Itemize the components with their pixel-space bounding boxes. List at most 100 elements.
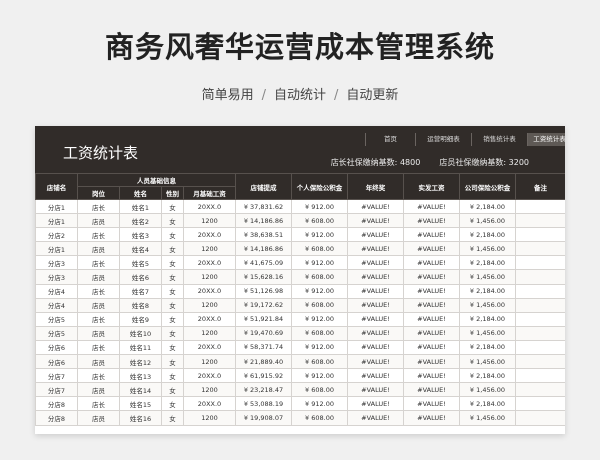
cell-commission[interactable]: ¥ 21,889.40 xyxy=(235,354,292,370)
cell-commission[interactable]: ¥ 41,675.09 xyxy=(235,255,292,271)
cell-personal-fund[interactable]: ¥ 912.00 xyxy=(291,311,348,327)
cell-commission[interactable]: ¥ 51,126.98 xyxy=(235,283,292,299)
cell-name[interactable]: 姓名1 xyxy=(119,198,162,215)
cell-store[interactable]: 分店5 xyxy=(35,325,78,341)
cell-name[interactable]: 姓名8 xyxy=(119,297,162,313)
cell-company-fund[interactable]: ¥ 2,184.00 xyxy=(459,255,516,271)
cell-base-salary[interactable]: 1200 xyxy=(183,297,236,313)
cell-gender[interactable]: 女 xyxy=(161,325,184,341)
cell-base-salary[interactable]: 20XX.0 xyxy=(183,255,236,271)
cell-position[interactable]: 店员 xyxy=(77,325,120,341)
cell-commission[interactable]: ¥ 53,088.19 xyxy=(235,396,292,412)
cell-gender[interactable]: 女 xyxy=(161,283,184,299)
cell-commission[interactable]: ¥ 19,172.62 xyxy=(235,297,292,313)
cell-note[interactable] xyxy=(515,382,565,398)
cell-company-fund[interactable]: ¥ 2,184.00 xyxy=(459,339,516,356)
cell-position[interactable]: 店长 xyxy=(77,339,120,356)
cell-gender[interactable]: 女 xyxy=(161,410,184,426)
cell-bonus[interactable]: #VALUE! xyxy=(347,283,404,299)
cell-gender[interactable]: 女 xyxy=(161,227,184,243)
cell-position[interactable]: 店员 xyxy=(77,297,120,313)
cell-personal-fund[interactable]: ¥ 912.00 xyxy=(291,227,348,243)
cell-position[interactable]: 店员 xyxy=(77,269,120,285)
cell-note[interactable] xyxy=(515,269,565,285)
nav-tab-salary[interactable]: 工资统计表 xyxy=(527,133,565,146)
cell-personal-fund[interactable]: ¥ 912.00 xyxy=(291,283,348,299)
cell-name[interactable]: 姓名3 xyxy=(119,227,162,243)
cell-base-salary[interactable]: 20XX.0 xyxy=(183,339,236,356)
cell-store[interactable]: 分店3 xyxy=(35,255,78,271)
cell-name[interactable]: 姓名13 xyxy=(119,368,162,384)
cell-base-salary[interactable]: 1200 xyxy=(183,325,236,341)
cell-actual-salary[interactable]: #VALUE! xyxy=(403,368,460,384)
cell-personal-fund[interactable]: ¥ 608.00 xyxy=(291,410,348,426)
cell-actual-salary[interactable]: #VALUE! xyxy=(403,311,460,327)
cell-store[interactable]: 分店2 xyxy=(35,227,78,243)
cell-personal-fund[interactable]: ¥ 608.00 xyxy=(291,269,348,285)
cell-store[interactable]: 分店8 xyxy=(35,410,78,426)
cell-gender[interactable]: 女 xyxy=(161,213,184,229)
cell-gender[interactable]: 女 xyxy=(161,382,184,398)
cell-store[interactable]: 分店1 xyxy=(35,198,78,215)
cell-note[interactable] xyxy=(515,354,565,370)
cell-personal-fund[interactable]: ¥ 912.00 xyxy=(291,368,348,384)
cell-actual-salary[interactable]: #VALUE! xyxy=(403,396,460,412)
cell-personal-fund[interactable]: ¥ 912.00 xyxy=(291,255,348,271)
cell-store[interactable]: 分店4 xyxy=(35,283,78,299)
cell-commission[interactable]: ¥ 14,186.86 xyxy=(235,241,292,257)
cell-name[interactable]: 姓名2 xyxy=(119,213,162,229)
cell-store[interactable]: 分店6 xyxy=(35,339,78,356)
cell-name[interactable]: 姓名14 xyxy=(119,382,162,398)
cell-note[interactable] xyxy=(515,283,565,299)
cell-company-fund[interactable]: ¥ 2,184.00 xyxy=(459,311,516,327)
cell-name[interactable]: 姓名6 xyxy=(119,269,162,285)
cell-base-salary[interactable]: 20XX.0 xyxy=(183,311,236,327)
cell-store[interactable]: 分店6 xyxy=(35,354,78,370)
cell-bonus[interactable]: #VALUE! xyxy=(347,339,404,356)
cell-base-salary[interactable]: 20XX.0 xyxy=(183,198,236,215)
cell-actual-salary[interactable]: #VALUE! xyxy=(403,255,460,271)
cell-company-fund[interactable]: ¥ 1,456.00 xyxy=(459,382,516,398)
cell-commission[interactable]: ¥ 19,908.07 xyxy=(235,410,292,426)
cell-commission[interactable]: ¥ 61,915.92 xyxy=(235,368,292,384)
cell-name[interactable]: 姓名11 xyxy=(119,339,162,356)
cell-gender[interactable]: 女 xyxy=(161,354,184,370)
cell-gender[interactable]: 女 xyxy=(161,269,184,285)
cell-position[interactable]: 店员 xyxy=(77,382,120,398)
cell-bonus[interactable]: #VALUE! xyxy=(347,269,404,285)
cell-note[interactable] xyxy=(515,213,565,229)
cell-actual-salary[interactable]: #VALUE! xyxy=(403,198,460,215)
cell-bonus[interactable]: #VALUE! xyxy=(347,396,404,412)
cell-name[interactable]: 姓名10 xyxy=(119,325,162,341)
cell-note[interactable] xyxy=(515,311,565,327)
cell-actual-salary[interactable]: #VALUE! xyxy=(403,227,460,243)
cell-note[interactable] xyxy=(515,241,565,257)
cell-actual-salary[interactable]: #VALUE! xyxy=(403,325,460,341)
nav-tab-operations[interactable]: 运营明细表 xyxy=(415,133,471,146)
cell-commission[interactable]: ¥ 15,628.16 xyxy=(235,269,292,285)
cell-actual-salary[interactable]: #VALUE! xyxy=(403,241,460,257)
cell-base-salary[interactable]: 1200 xyxy=(183,382,236,398)
cell-store[interactable]: 分店7 xyxy=(35,382,78,398)
cell-position[interactable]: 店长 xyxy=(77,396,120,412)
cell-position[interactable]: 店长 xyxy=(77,198,120,215)
cell-store[interactable]: 分店4 xyxy=(35,297,78,313)
cell-gender[interactable]: 女 xyxy=(161,198,184,215)
cell-company-fund[interactable]: ¥ 1,456.00 xyxy=(459,354,516,370)
cell-gender[interactable]: 女 xyxy=(161,255,184,271)
cell-position[interactable]: 店长 xyxy=(77,311,120,327)
cell-commission[interactable]: ¥ 23,218.47 xyxy=(235,382,292,398)
cell-note[interactable] xyxy=(515,255,565,271)
cell-bonus[interactable]: #VALUE! xyxy=(347,382,404,398)
cell-position[interactable]: 店员 xyxy=(77,241,120,257)
cell-company-fund[interactable]: ¥ 1,456.00 xyxy=(459,241,516,257)
cell-base-salary[interactable]: 1200 xyxy=(183,213,236,229)
cell-company-fund[interactable]: ¥ 1,456.00 xyxy=(459,297,516,313)
cell-company-fund[interactable]: ¥ 1,456.00 xyxy=(459,213,516,229)
cell-actual-salary[interactable]: #VALUE! xyxy=(403,297,460,313)
cell-store[interactable]: 分店3 xyxy=(35,269,78,285)
cell-commission[interactable]: ¥ 51,921.84 xyxy=(235,311,292,327)
cell-name[interactable]: 姓名9 xyxy=(119,311,162,327)
cell-actual-salary[interactable]: #VALUE! xyxy=(403,382,460,398)
cell-company-fund[interactable]: ¥ 1,456.00 xyxy=(459,325,516,341)
